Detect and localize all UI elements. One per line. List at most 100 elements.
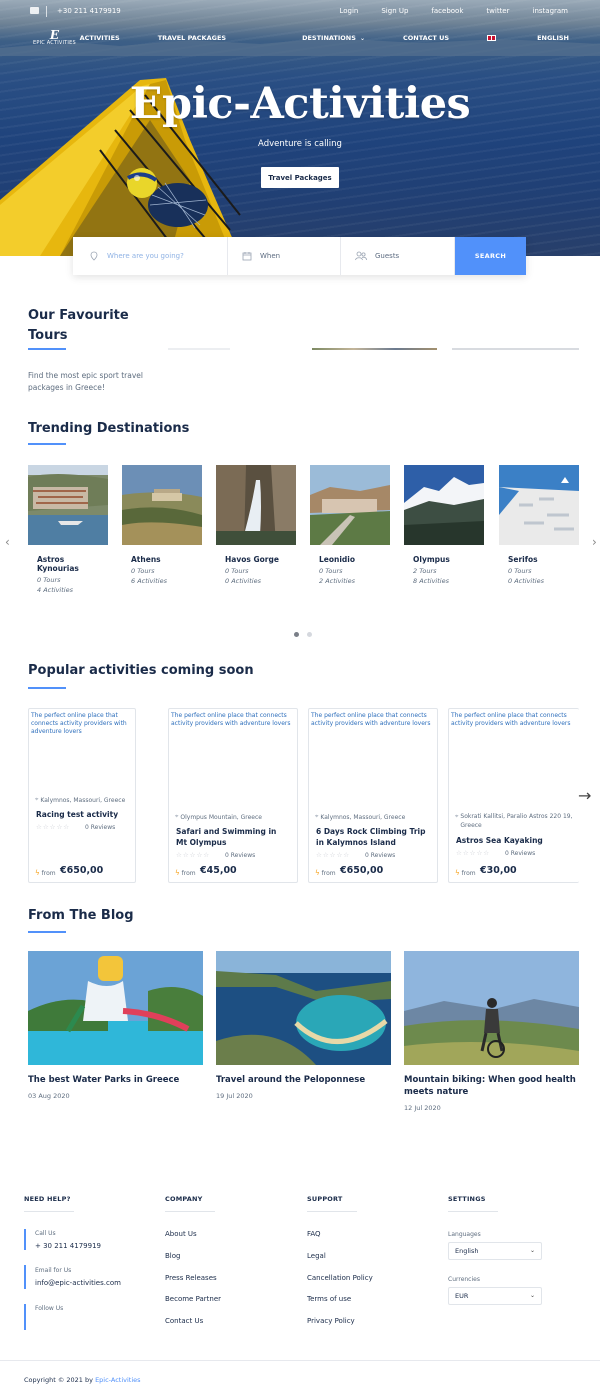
activity-reviews: 0 Reviews [365,852,396,859]
where-input[interactable]: Where are you going? [73,237,228,275]
activity-reviews: 0 Reviews [505,850,536,857]
havos-gorge-image [216,465,296,545]
from-label: from [461,869,476,877]
from-label: from [181,869,196,877]
currency-select-value: EUR [455,1292,469,1300]
map-pin-icon [90,251,98,261]
mountain-biking-image [404,951,579,1065]
when-input[interactable]: When [228,237,341,275]
facebook-link[interactable]: facebook [431,7,463,15]
blog-post-title[interactable]: Mountain biking: When good health meets … [404,1074,579,1098]
bolt-icon: ϟ [175,869,180,877]
activity-description: The perfect online place that connects a… [31,712,127,735]
footer-link-privacy[interactable]: Privacy Policy [307,1317,355,1325]
activity-description: The perfect online place that connects a… [311,712,431,727]
uk-flag-icon [487,35,497,41]
carousel-dot[interactable] [307,632,312,637]
destination-card[interactable]: Astros Kynourias 0 Tours 4 Activities [28,465,108,595]
footer-link-contact[interactable]: Contact Us [165,1317,203,1325]
copyright-link[interactable]: Epic-Activities [95,1376,140,1384]
language-select-value: English [455,1247,479,1255]
blog-card[interactable]: Mountain biking: When good health meets … [404,951,579,1112]
mail-icon[interactable] [30,7,39,14]
footer-link-cancellation[interactable]: Cancellation Policy [307,1274,373,1282]
guests-input[interactable]: Guests [341,237,455,275]
destination-name: Olympus [413,555,450,564]
travel-packages-button[interactable]: Travel Packages [261,167,339,188]
guests-label: Guests [375,252,400,260]
destination-tours: 0 Tours [508,567,532,575]
nav-activities[interactable]: ACTIVITIES [80,34,120,42]
destination-name: Havos Gorge [225,555,279,564]
nav-destinations[interactable]: DESTINATIONS ⌄ [264,34,365,42]
blog-card[interactable]: The best Water Parks in Greece 03 Aug 20… [28,951,203,1100]
destination-card[interactable]: Leonidio 0 Tours 2 Activities [310,465,390,586]
currency-select[interactable]: EUR ⌄ [448,1287,542,1305]
arrow-right-icon[interactable]: → [578,786,591,805]
section-underline [28,348,66,350]
bolt-icon: ϟ [455,869,460,877]
instagram-link[interactable]: instagram [533,7,569,15]
nav-travel-packages[interactable]: TRAVEL PACKAGES [158,34,226,42]
activity-card[interactable]: The perfect online place that connects a… [28,708,136,883]
activity-title[interactable]: Racing test activity [36,809,148,820]
language-select[interactable]: English ⌄ [448,1242,542,1260]
language-switcher[interactable]: ENGLISH [487,34,569,42]
footer-link-partner[interactable]: Become Partner [165,1295,221,1303]
activity-location-text: Sokrati Kallitsi, Paralio Astros 220 19,… [460,813,573,829]
hero-title: Epic-Activities [129,79,471,129]
favourite-title-line1: Our Favourite [28,308,129,323]
search-button[interactable]: SEARCH [455,237,526,275]
footer-link-about[interactable]: About Us [165,1230,197,1238]
blog-card[interactable]: Travel around the Peloponnese 19 Jul 202… [216,951,391,1100]
footer-accent-bar [24,1265,26,1289]
destination-tours: 0 Tours [225,567,249,575]
activity-title[interactable]: Safari and Swimming in Mt Olympus [176,826,288,848]
footer-link-legal[interactable]: Legal [307,1252,326,1260]
activity-reviews: 0 Reviews [225,852,256,859]
blog-post-title[interactable]: The best Water Parks in Greece [28,1074,203,1086]
chevron-left-icon[interactable]: ‹ [5,535,10,549]
main-nav: ACTIVITIES TRAVEL PACKAGES DESTINATIONS ⌄… [42,34,569,42]
destination-card[interactable]: Havos Gorge 0 Tours 0 Activities [216,465,296,586]
footer-heading-support: SUPPORT [307,1195,343,1203]
map-pin-icon: ⌖ [175,813,179,820]
footer-link-faq[interactable]: FAQ [307,1230,321,1238]
activity-card[interactable]: The perfect online place that connects a… [168,708,298,883]
favourite-tours-title: Our Favourite Tours [28,306,129,346]
signup-link[interactable]: Sign Up [381,7,408,15]
bolt-icon: ϟ [315,869,320,877]
email-label: Email for Us [35,1267,72,1274]
chevron-right-icon[interactable]: › [592,535,597,549]
destination-card[interactable]: Olympus 2 Tours 8 Activities [404,465,484,586]
destination-card[interactable]: Athens 0 Tours 6 Activities [122,465,202,586]
follow-us-label: Follow Us [35,1305,64,1312]
footer-link-blog[interactable]: Blog [165,1252,180,1260]
activity-title[interactable]: 6 Days Rock Climbing Trip in Kalymnos Is… [316,826,428,848]
twitter-link[interactable]: twitter [486,7,509,15]
blog-post-title[interactable]: Travel around the Peloponnese [216,1074,391,1086]
activity-title[interactable]: Astros Sea Kayaking [456,835,568,846]
activity-card[interactable]: The perfect online place that connects a… [448,708,579,883]
footer-heading-line [24,1211,74,1212]
carousel-dot-active[interactable] [294,632,299,637]
activity-price: €45,00 [200,865,237,876]
footer-link-terms[interactable]: Terms of use [307,1295,351,1303]
tour-card-edge [452,348,579,350]
currencies-label: Currencies [448,1276,480,1283]
call-us-value[interactable]: + 30 211 4179919 [35,1242,101,1250]
phone-number[interactable]: +30 211 4179919 [57,7,121,15]
footer-link-press[interactable]: Press Releases [165,1274,217,1282]
nav-contact-us[interactable]: CONTACT US [403,34,449,42]
destination-card[interactable]: Serifos 0 Tours 0 Activities [499,465,579,586]
destination-name: Astros Kynourias [37,555,79,573]
footer-heading-line [307,1211,357,1212]
activity-price: €650,00 [60,865,104,876]
activity-card[interactable]: The perfect online place that connects a… [308,708,438,883]
section-underline [28,443,66,445]
login-link[interactable]: Login [339,7,358,15]
calendar-icon [242,252,252,261]
section-underline [28,931,66,933]
languages-label: Languages [448,1231,481,1238]
email-value[interactable]: info@epic-activities.com [35,1279,121,1287]
